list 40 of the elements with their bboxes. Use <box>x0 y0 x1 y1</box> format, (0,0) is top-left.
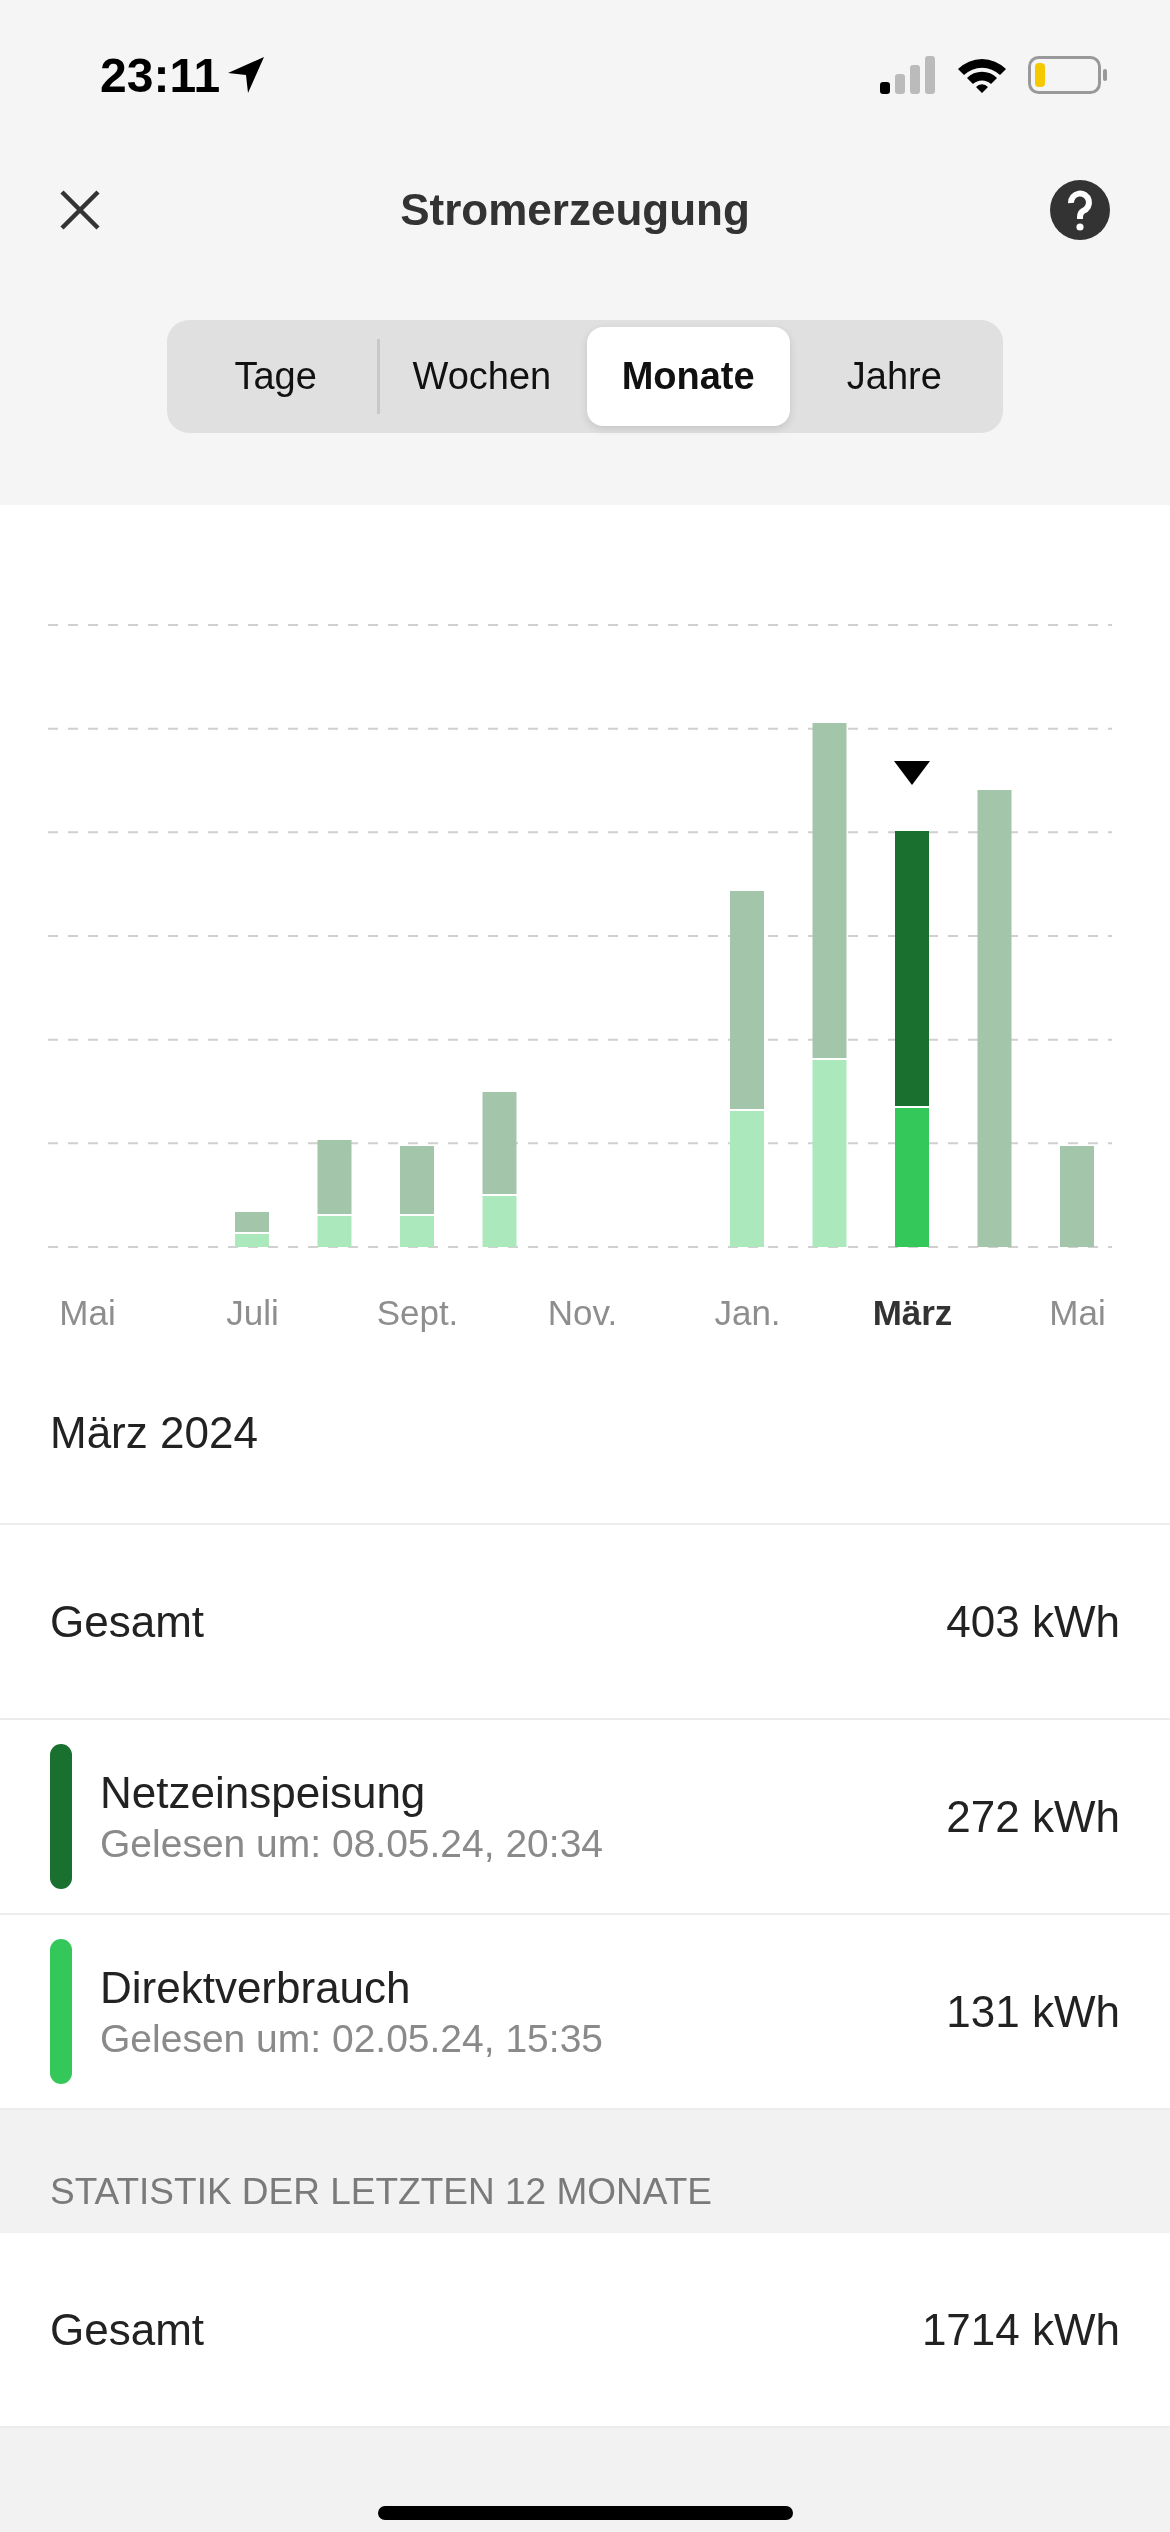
screen-title: Stromerzeugung <box>400 185 750 235</box>
chart-bar[interactable] <box>317 1140 352 1247</box>
close-icon[interactable] <box>60 190 100 230</box>
chart-bar[interactable] <box>235 1212 269 1247</box>
section-header: STATISTIK DER LETZTEN 12 MONATE <box>50 2171 712 2213</box>
chart-bar[interactable] <box>482 1092 517 1247</box>
row-value: 1714 kWh <box>921 2304 1120 2355</box>
axis-label[interactable]: Nov. <box>547 1293 618 1360</box>
location-arrow-icon <box>226 55 267 95</box>
row-label: Direktverbrauch <box>100 1962 412 2013</box>
row-label: Gesamt <box>50 2304 205 2355</box>
segment-tab[interactable]: Tage <box>174 327 378 426</box>
wifi-icon <box>956 56 1008 94</box>
chart-bar[interactable] <box>977 790 1012 1247</box>
row-value: 403 kWh <box>946 1596 1120 1647</box>
period-title: März 2024 <box>50 1408 258 1457</box>
battery-icon <box>1028 56 1108 94</box>
axis-label[interactable]: Juli <box>226 1293 279 1360</box>
segment-tab[interactable]: Monate <box>586 327 790 426</box>
chart-bar[interactable] <box>730 891 764 1247</box>
row-label: Netzeinspeisung <box>100 1767 427 1818</box>
status-time: 23:11 <box>100 47 221 103</box>
row-label: Gesamt <box>50 1596 205 1647</box>
row-subtitle: Gelesen um: 08.05.24, 20:34 <box>100 1821 604 1866</box>
axis-label[interactable]: März <box>872 1293 953 1360</box>
signal-icon <box>880 56 936 94</box>
selection-marker-icon <box>894 761 930 785</box>
row-value: 131 kWh <box>946 1986 1120 2037</box>
segment-tab[interactable]: Jahre <box>792 327 996 426</box>
axis-label[interactable]: Mai <box>59 1293 116 1360</box>
axis-label[interactable]: Sept. <box>376 1293 459 1360</box>
row-value: 272 kWh <box>946 1791 1120 1842</box>
help-icon[interactable] <box>1050 180 1110 240</box>
chart-bar[interactable] <box>812 723 847 1247</box>
row-subtitle: Gelesen um: 02.05.24, 15:35 <box>100 2016 604 2061</box>
chart-bar[interactable] <box>895 831 929 1247</box>
chart-bar[interactable] <box>400 1146 434 1247</box>
axis-label[interactable]: Jan. <box>714 1293 781 1360</box>
segment-tab[interactable]: Wochen <box>380 327 584 426</box>
axis-label[interactable]: Mai <box>1049 1293 1106 1360</box>
